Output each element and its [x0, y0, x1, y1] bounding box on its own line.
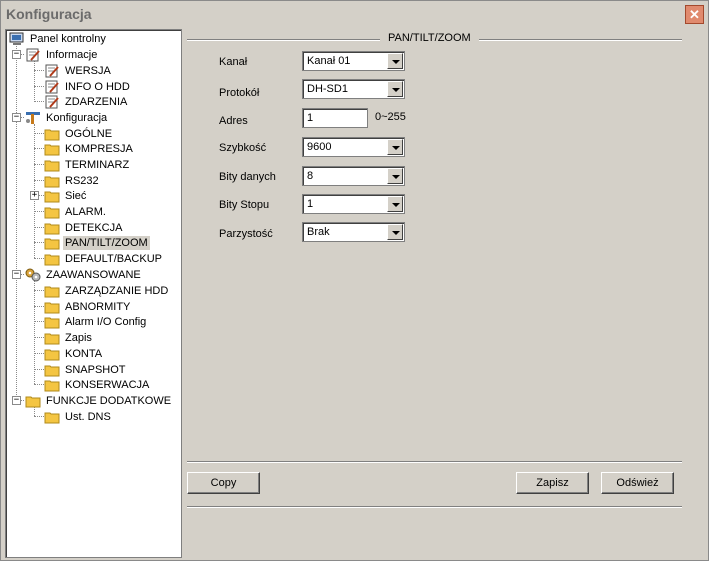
folder-icon	[44, 284, 60, 298]
window-title: Konfiguracja	[6, 6, 92, 22]
folder-icon	[44, 252, 60, 266]
tree-item-kompresja[interactable]: KOMPRESJA	[44, 141, 135, 156]
folder-icon	[44, 174, 60, 188]
folder-icon	[44, 221, 60, 235]
computer-icon	[9, 32, 25, 46]
expander-informacje[interactable]: −	[12, 50, 21, 59]
chevron-down-icon[interactable]	[387, 139, 403, 155]
tree-item-detekcja[interactable]: DETEKCJA	[44, 220, 124, 235]
label-bity-stopu: Bity Stopu	[219, 199, 270, 211]
select-parzystosc[interactable]: Brak	[302, 222, 405, 242]
tools-icon	[25, 111, 41, 125]
folder-icon	[44, 331, 60, 345]
folder-icon	[44, 142, 60, 156]
tree-item-ogolne[interactable]: OGÓLNE	[44, 126, 114, 141]
select-szybkosc[interactable]: 9600	[302, 137, 405, 157]
save-button[interactable]: Zapisz	[516, 472, 589, 494]
tree-item-abnormity[interactable]: ABNORMITY	[44, 299, 132, 314]
folder-icon	[44, 158, 60, 172]
tree-group-informacje[interactable]: Informacje	[25, 47, 99, 62]
folder-icon	[44, 315, 60, 329]
tree-item-ust-dns[interactable]: Ust. DNS	[44, 409, 113, 424]
title-bar: Konfiguracja ✕	[1, 1, 708, 28]
tree-item-rs232[interactable]: RS232	[44, 173, 101, 188]
tree-item-alarm-io-config[interactable]: Alarm I/O Config	[44, 314, 148, 329]
folder-icon	[25, 394, 41, 408]
folder-icon	[44, 378, 60, 392]
tree-group-funkcje-dodatkowe[interactable]: FUNKCJE DODATKOWE	[25, 393, 173, 408]
select-bity-danych[interactable]: 8	[302, 166, 405, 186]
chevron-down-icon[interactable]	[387, 168, 403, 184]
notepad-icon	[25, 48, 41, 62]
notepad-icon	[44, 95, 60, 109]
tree-group-zaawansowane[interactable]: ZAAWANSOWANE	[25, 267, 143, 282]
tree-item-snapshot[interactable]: SNAPSHOT	[44, 362, 128, 377]
folder-icon	[44, 410, 60, 424]
folder-icon	[44, 205, 60, 219]
expander-siec[interactable]: +	[30, 191, 39, 200]
select-kanal[interactable]: Kanał 01	[302, 51, 405, 71]
label-szybkosc: Szybkość	[219, 142, 267, 154]
label-parzystosc: Parzystość	[219, 228, 273, 240]
button-divider-top	[187, 461, 682, 463]
tree-item-zarzadzanie-hdd[interactable]: ZARZĄDZANIE HDD	[44, 283, 170, 298]
refresh-button[interactable]: Odśwież	[601, 472, 674, 494]
notepad-icon	[44, 64, 60, 78]
select-bity-stopu[interactable]: 1	[302, 194, 405, 214]
gears-icon	[25, 268, 41, 282]
folder-icon	[44, 363, 60, 377]
tree-group-konfiguracja[interactable]: Konfiguracja	[25, 110, 109, 125]
chevron-down-icon[interactable]	[387, 196, 403, 212]
label-protokol: Protokół	[219, 87, 260, 99]
chevron-down-icon[interactable]	[387, 224, 403, 240]
tree-item-zapis[interactable]: Zapis	[44, 330, 94, 345]
tree-item-siec[interactable]: Sieć	[44, 188, 88, 203]
tree-item-info-o-hdd[interactable]: INFO O HDD	[44, 79, 132, 94]
chevron-down-icon[interactable]	[387, 53, 403, 69]
label-kanal: Kanał	[219, 56, 248, 68]
expander-konfiguracja[interactable]: −	[12, 113, 21, 122]
adres-range-hint: 0~255	[375, 111, 406, 123]
chevron-down-icon[interactable]	[387, 81, 403, 97]
notepad-icon	[44, 80, 60, 94]
folder-icon	[44, 127, 60, 141]
tree-item-wersja[interactable]: WERSJA	[44, 63, 113, 78]
expander-funkcje-dodatkowe[interactable]: −	[12, 396, 21, 405]
folder-icon	[44, 300, 60, 314]
folder-icon	[44, 236, 60, 250]
label-bity-danych: Bity danych	[219, 171, 276, 183]
tree-item-pan-tilt-zoom[interactable]: PAN/TILT/ZOOM	[44, 235, 150, 250]
tree-item-alarm[interactable]: ALARM.	[44, 204, 108, 219]
input-adres[interactable]: 1	[302, 108, 368, 128]
close-button[interactable]: ✕	[685, 5, 704, 24]
label-adres: Adres	[219, 115, 248, 127]
tree-item-konta[interactable]: KONTA	[44, 346, 104, 361]
folder-icon	[44, 347, 60, 361]
button-divider-bottom	[187, 506, 682, 508]
select-protokol[interactable]: DH-SD1	[302, 79, 405, 99]
section-title: PAN/TILT/ZOOM	[380, 32, 479, 44]
tree-item-terminarz[interactable]: TERMINARZ	[44, 157, 131, 172]
expander-zaawansowane[interactable]: −	[12, 270, 21, 279]
folder-icon	[44, 189, 60, 203]
navigation-tree: Panel kontrolny − Informacje WERSJA INFO…	[5, 29, 182, 558]
tree-item-konserwacja[interactable]: KONSERWACJA	[44, 377, 151, 392]
copy-button[interactable]: Copy	[187, 472, 260, 494]
tree-root-panel-kontrolny[interactable]: Panel kontrolny	[9, 31, 108, 46]
config-window: Konfiguracja ✕ Panel kontrolny − Informa…	[0, 0, 709, 561]
tree-item-zdarzenia[interactable]: ZDARZENIA	[44, 94, 129, 109]
ptz-panel: PAN/TILT/ZOOM Kanał Kanał 01 Protokół DH…	[185, 29, 706, 558]
tree-item-default-backup[interactable]: DEFAULT/BACKUP	[44, 251, 164, 266]
